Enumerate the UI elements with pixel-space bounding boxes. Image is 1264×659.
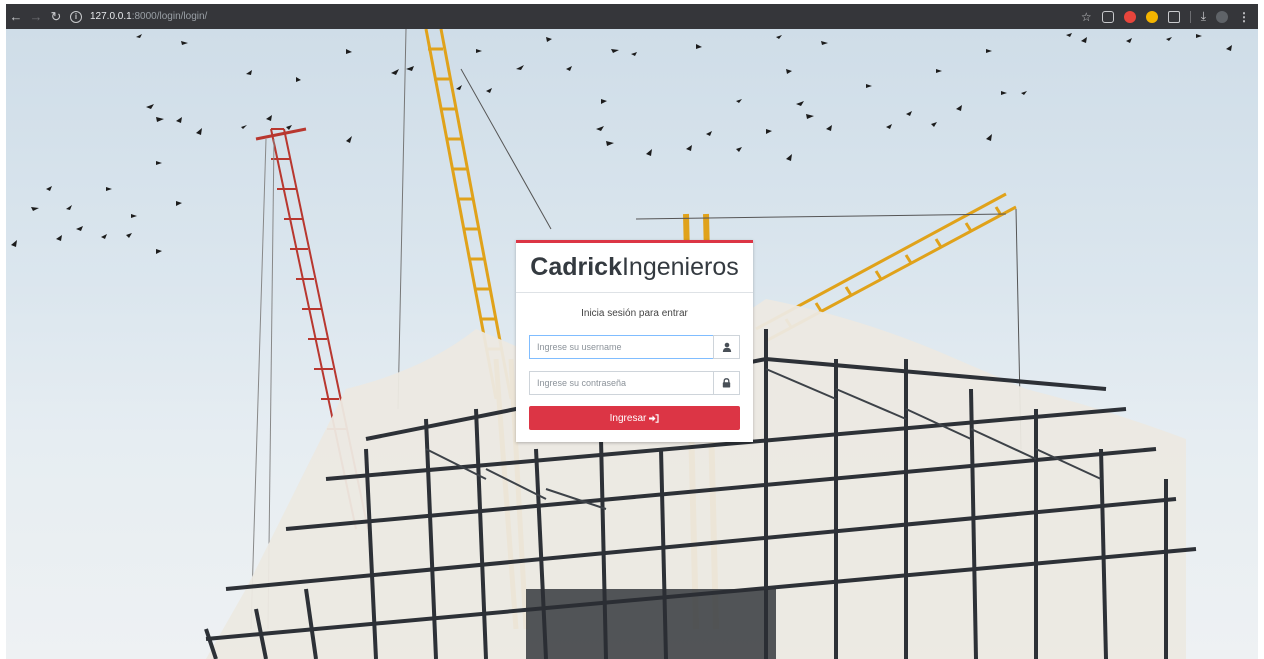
crane-cable — [397, 29, 407, 410]
extensions-puzzle-icon[interactable] — [1167, 10, 1180, 23]
login-button-label: Ingresar — [609, 412, 647, 424]
user-icon — [713, 335, 740, 359]
profile-avatar[interactable] — [1216, 10, 1228, 23]
url-host: 127.0.0.1 — [90, 11, 132, 22]
lock-icon — [713, 371, 740, 395]
login-card: CadrickIngenieros Inicia sesión para ent… — [516, 240, 753, 442]
address-bar[interactable]: i 127.0.0.1:8000/login/login/ — [70, 7, 1081, 27]
password-group — [529, 371, 740, 395]
building-floor — [526, 589, 776, 659]
password-input[interactable] — [529, 371, 713, 395]
extension-icon[interactable] — [1145, 10, 1158, 23]
sign-in-icon — [649, 413, 659, 423]
extension-icon[interactable] — [1101, 10, 1114, 23]
toolbar-divider — [1189, 10, 1191, 23]
site-info-icon[interactable]: i — [70, 10, 82, 23]
forward-arrow-icon[interactable]: → — [26, 7, 46, 27]
brand-name-bold: Cadrick — [530, 253, 622, 281]
login-card-header: CadrickIngenieros — [516, 243, 753, 293]
browser-toolbar: ← → ↻ i 127.0.0.1:8000/login/login/ ☆ ⤓ … — [6, 4, 1258, 29]
login-button[interactable]: Ingresar — [529, 406, 740, 430]
extension-icon[interactable] — [1123, 10, 1136, 23]
username-group — [529, 335, 740, 359]
birds-flock — [11, 33, 1232, 254]
download-icon[interactable]: ⤓ — [1201, 9, 1206, 24]
url-path: :8000/login/login/ — [131, 11, 208, 22]
reload-icon[interactable]: ↻ — [46, 7, 66, 27]
more-menu-icon[interactable]: ⋮ — [1238, 10, 1250, 24]
brand-logo: CadrickIngenieros — [530, 253, 738, 282]
bookmark-star-icon[interactable]: ☆ — [1081, 10, 1092, 24]
crane-cable — [635, 213, 1007, 220]
back-arrow-icon[interactable]: ← — [6, 7, 26, 27]
login-subtitle: Inicia sesión para entrar — [581, 308, 688, 319]
brand-name-light: Ingenieros — [621, 253, 739, 281]
username-input[interactable] — [529, 335, 713, 359]
